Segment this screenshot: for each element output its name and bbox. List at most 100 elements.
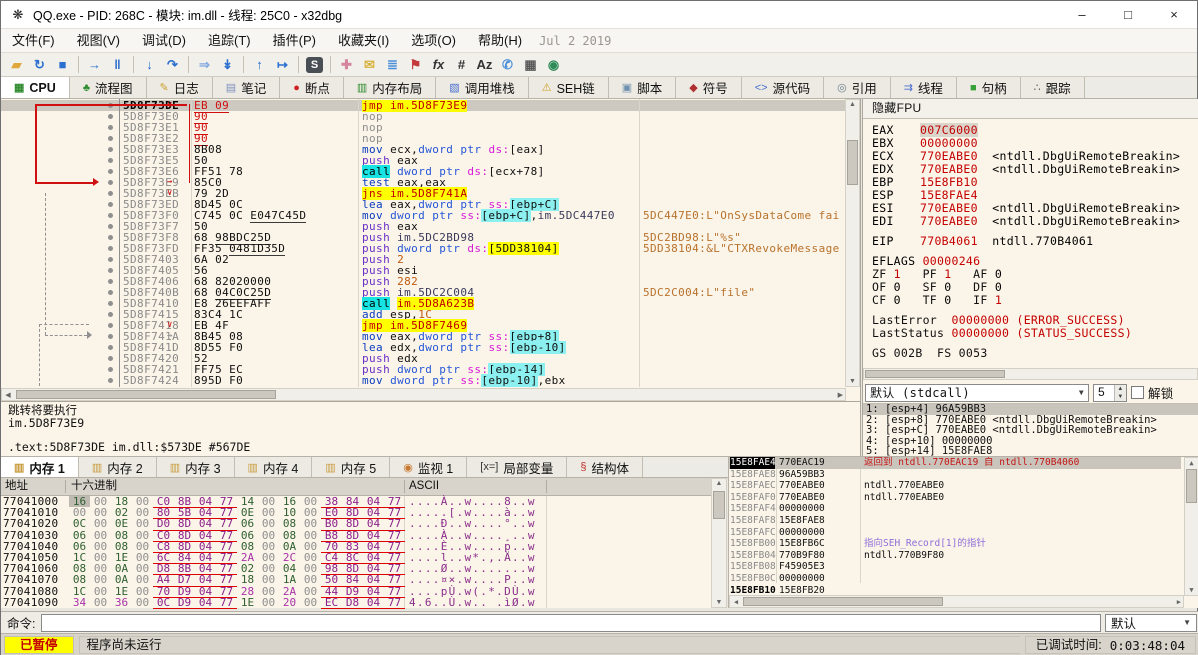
function-icon[interactable]: fx bbox=[427, 55, 450, 75]
dump-byte[interactable]: 00 bbox=[300, 518, 321, 529]
calling-convention-select[interactable]: 默认 (stdcall) ▼ bbox=[865, 384, 1089, 402]
tab-内存 3[interactable]: ▥内存 3 bbox=[157, 457, 235, 477]
dump-vscrollbar[interactable]: ▲ ▼ bbox=[711, 478, 727, 608]
run-to-user-code-icon[interactable]: ⇒ bbox=[193, 55, 216, 75]
dump-byte[interactable]: 00 bbox=[258, 597, 279, 608]
memory-dump[interactable]: 7704100016001800C08B04771400160038840477… bbox=[1, 496, 711, 608]
label-icon[interactable]: ≣ bbox=[381, 55, 404, 75]
flags-row[interactable]: CF 0 TF 0 IF 1 bbox=[872, 294, 1198, 307]
hide-fpu-button[interactable]: 隐藏FPU bbox=[863, 99, 1198, 119]
dump-byte[interactable]: 1E bbox=[237, 597, 258, 608]
stack-row[interactable]: 15E8FAF815E8FAE8 bbox=[729, 515, 1181, 527]
dump-byte[interactable]: 18 bbox=[237, 574, 258, 585]
tab-内存 4[interactable]: ▥内存 4 bbox=[235, 457, 313, 477]
dump-row[interactable]: 77041090340036000CD904771E002000ECD80477… bbox=[1, 597, 711, 608]
dump-byte[interactable]: 04 bbox=[195, 574, 216, 585]
last-error-row[interactable]: LastStatus 00000000 (STATUS_SUCCESS) bbox=[872, 327, 1198, 340]
dump-byte[interactable]: 0C bbox=[69, 518, 90, 529]
tab-调用堆栈[interactable]: ▧调用堆栈 bbox=[436, 77, 528, 98]
tab-线程[interactable]: ⇉线程 bbox=[891, 77, 957, 98]
stack-row[interactable]: 15E8FAE4770EAC19返回到 ntdll.770EAC19 自 ntd… bbox=[729, 457, 1181, 469]
tab-引用[interactable]: ◎引用 bbox=[824, 77, 891, 98]
stack-hscrollbar[interactable]: ◀ ▶ bbox=[729, 595, 1184, 608]
restart-icon[interactable]: ↻ bbox=[28, 55, 51, 75]
disassembly-panel[interactable]: 5D8F73DE∨EB 09jmp im.5D8F73E95D8F73E090n… bbox=[1, 99, 861, 401]
dump-byte[interactable]: 00 bbox=[300, 597, 321, 608]
dump-byte[interactable]: 00 bbox=[132, 597, 153, 608]
dump-byte[interactable]: 0A bbox=[111, 574, 132, 585]
dump-byte[interactable]: 34 bbox=[69, 597, 90, 608]
menu-item[interactable]: 插件(P) bbox=[262, 29, 327, 52]
bookmark-icon[interactable]: ⚑ bbox=[404, 55, 427, 75]
stack-row[interactable]: 15E8FB0015E8FB6C指向SEH_Record[1]的指针 bbox=[729, 538, 1181, 550]
stack-row[interactable]: 15E8FB04770B9F80ntdll.770B9F80 bbox=[729, 550, 1181, 562]
dump-byte[interactable]: 08 bbox=[69, 574, 90, 585]
disasm-hscrollbar[interactable]: ◀ ▶ bbox=[1, 388, 846, 401]
menu-item[interactable]: 文件(F) bbox=[1, 29, 66, 52]
dump-byte[interactable]: 04 bbox=[363, 574, 384, 585]
step-into-source-icon[interactable]: ↡ bbox=[216, 55, 239, 75]
scylla-icon[interactable]: S bbox=[306, 57, 323, 73]
tab-句柄[interactable]: ■句柄 bbox=[957, 77, 1021, 98]
dump-byte[interactable]: 00 bbox=[258, 518, 279, 529]
tab-脚本[interactable]: ▣脚本 bbox=[609, 77, 676, 98]
segment-registers-row[interactable]: GS 002B FS 0053 bbox=[872, 347, 1198, 360]
dump-byte[interactable]: 00 bbox=[90, 518, 111, 529]
dump-byte[interactable]: 00 bbox=[90, 574, 111, 585]
step-out-icon[interactable]: ↑ bbox=[248, 55, 271, 75]
pause-icon[interactable]: ‖ bbox=[106, 55, 129, 75]
patch-icon[interactable]: ✚ bbox=[335, 55, 358, 75]
hash-icon[interactable]: # bbox=[450, 55, 473, 75]
close-button[interactable]: × bbox=[1151, 1, 1197, 28]
dump-byte[interactable]: 77 bbox=[384, 574, 405, 585]
open-file-icon[interactable]: ▰ bbox=[5, 55, 28, 75]
tab-结构体[interactable]: §结构体 bbox=[567, 457, 643, 477]
dump-byte[interactable]: 08 bbox=[279, 518, 300, 529]
stack-row[interactable]: 15E8FAFC00000000 bbox=[729, 527, 1181, 539]
run-icon[interactable]: → bbox=[83, 55, 106, 75]
stop-icon[interactable]: ■ bbox=[51, 55, 74, 75]
dump-byte[interactable]: 04 bbox=[363, 518, 384, 529]
dump-byte[interactable]: 04 bbox=[195, 597, 216, 608]
dump-byte[interactable]: 00 bbox=[132, 574, 153, 585]
dump-byte[interactable]: 06 bbox=[237, 518, 258, 529]
dump-byte[interactable]: 77 bbox=[216, 574, 237, 585]
step-into-icon[interactable]: ↓ bbox=[138, 55, 161, 75]
step-over-icon[interactable]: ↷ bbox=[161, 55, 184, 75]
menu-item[interactable]: 收藏夹(I) bbox=[327, 29, 400, 52]
stack-row[interactable]: 15E8FB08F45905E3 bbox=[729, 561, 1181, 573]
comment-icon[interactable]: ✉ bbox=[358, 55, 381, 75]
stack-row[interactable]: 15E8FB0C00000000 bbox=[729, 573, 1181, 585]
dump-byte[interactable]: 00 bbox=[132, 518, 153, 529]
unlock-checkbox[interactable] bbox=[1131, 386, 1144, 399]
dump-byte[interactable]: 00 bbox=[90, 597, 111, 608]
tab-符号[interactable]: ◆符号 bbox=[676, 77, 741, 98]
stack-panel[interactable]: 15E8FAE4770EAC19返回到 ntdll.770EAC19 自 ntd… bbox=[728, 456, 1198, 608]
tab-笔记[interactable]: ▤笔记 bbox=[213, 77, 280, 98]
minimize-button[interactable]: – bbox=[1059, 1, 1105, 28]
tab-源代码[interactable]: <>源代码 bbox=[742, 77, 824, 98]
stack-row[interactable]: 15E8FAEC770EABE0ntdll.770EABE0 bbox=[729, 480, 1181, 492]
dump-byte[interactable]: 1A bbox=[279, 574, 300, 585]
disasm-vscrollbar[interactable]: ▲ ▼ bbox=[845, 99, 860, 387]
command-input[interactable] bbox=[41, 614, 1101, 632]
dump-byte[interactable]: EC bbox=[321, 597, 342, 608]
dump-byte[interactable]: 77 bbox=[216, 597, 237, 608]
dump-byte[interactable]: 00 bbox=[300, 574, 321, 585]
dump-byte[interactable]: 77 bbox=[384, 597, 405, 608]
tab-内存布局[interactable]: ▥内存布局 bbox=[344, 77, 436, 98]
menu-item[interactable]: 调试(D) bbox=[131, 29, 197, 52]
register-row[interactable]: EDI770EABE0 <ntdll.DbgUiRemoteBreakin> bbox=[872, 215, 1198, 228]
tab-监视 1[interactable]: ◉监视 1 bbox=[390, 457, 467, 477]
stack-row[interactable]: 15E8FAE896A59BB3 bbox=[729, 469, 1181, 481]
execute-till-return-icon[interactable]: ↦ bbox=[271, 55, 294, 75]
tab-SEH链[interactable]: ⚠SEH链 bbox=[529, 77, 609, 98]
tab-局部变量[interactable]: [x=]局部变量 bbox=[467, 457, 567, 477]
spin-up-icon[interactable]: ▲ bbox=[1115, 385, 1126, 393]
tab-跟踪[interactable]: ∴跟踪 bbox=[1021, 77, 1085, 98]
dump-byte[interactable]: A4 bbox=[153, 574, 174, 585]
internet-icon[interactable]: ◉ bbox=[542, 55, 565, 75]
argument-row[interactable]: 1: [esp+4] 96A59BB3 bbox=[863, 404, 1198, 415]
dump-byte[interactable]: 77 bbox=[384, 518, 405, 529]
dump-byte[interactable]: 8D bbox=[174, 518, 195, 529]
